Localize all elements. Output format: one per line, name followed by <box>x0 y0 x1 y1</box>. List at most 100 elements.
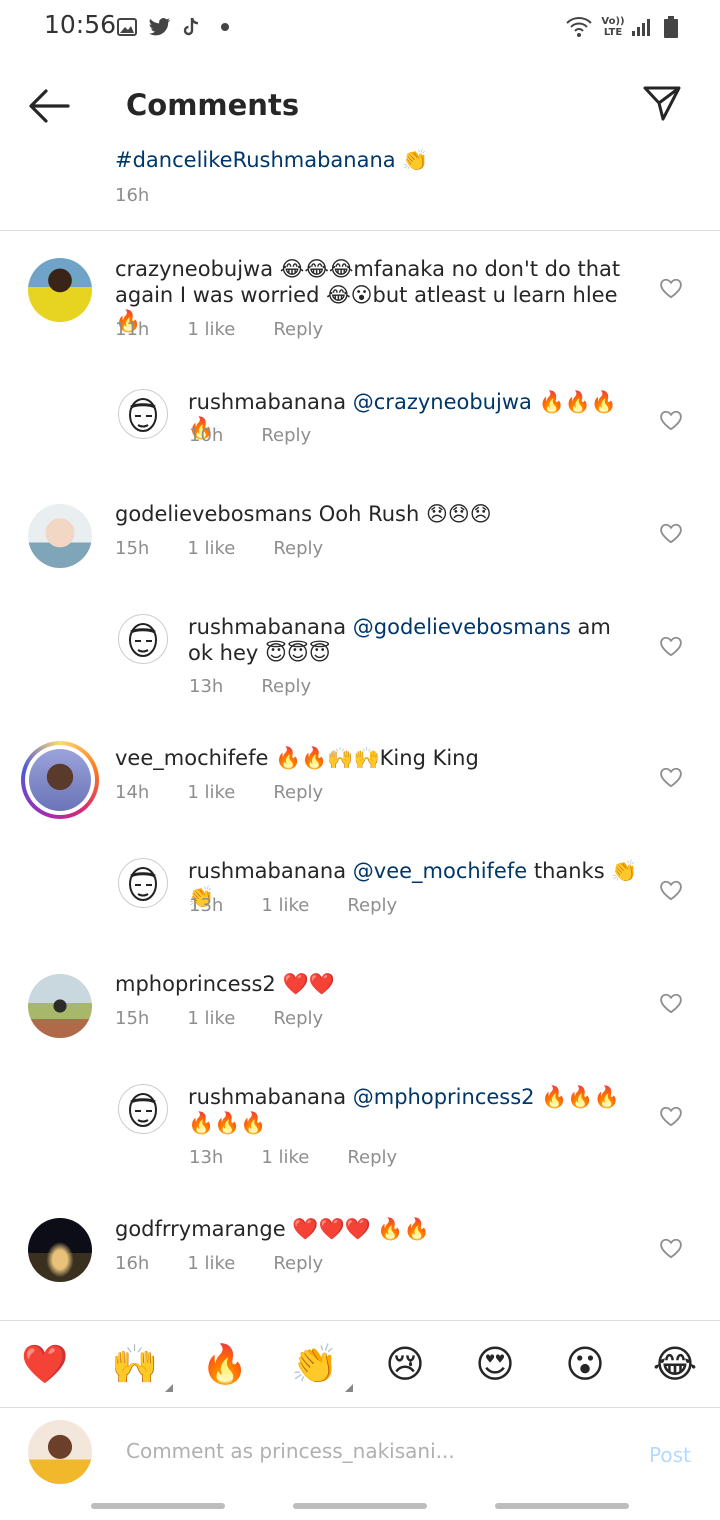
caption-divider <box>0 230 720 231</box>
comment-body: ❤️❤️ <box>275 972 335 996</box>
reply-username[interactable]: rushmabanana <box>188 1085 346 1109</box>
heart-icon <box>660 1106 682 1127</box>
reaction-heart[interactable]: ❤️ <box>15 1334 75 1394</box>
reaction-clap[interactable]: 👏 <box>285 1334 353 1394</box>
reply-button[interactable]: Reply <box>347 1147 397 1168</box>
reply-text: rushmabanana @mphoprincess2 🔥🔥🔥🔥🔥🔥 <box>188 1084 620 1136</box>
reply-button[interactable]: Reply <box>273 782 323 803</box>
like-button[interactable] <box>660 409 682 435</box>
twitter-icon <box>148 14 172 40</box>
comment-text: vee_mochifefe 🔥🔥🙌🙌King King <box>115 745 635 771</box>
reaction-heart-eyes[interactable]: 😍 <box>465 1334 525 1394</box>
dot-icon <box>219 14 231 40</box>
reaction-surprised[interactable]: 😮 <box>555 1334 615 1394</box>
reply-button[interactable]: Reply <box>273 1253 323 1274</box>
reply-username[interactable]: rushmabanana <box>188 859 346 883</box>
nav-home-button[interactable] <box>293 1503 427 1509</box>
like-button[interactable] <box>660 992 682 1018</box>
reply-button[interactable]: Reply <box>261 676 311 697</box>
post-caption[interactable]: #dancelikeRushmabanana 👏 <box>115 148 428 173</box>
sketch-face-icon <box>129 867 157 901</box>
avatar[interactable] <box>28 974 92 1038</box>
reply-mention[interactable]: @godelievebosmans <box>353 615 571 639</box>
comment-username[interactable]: mphoprincess2 <box>115 972 276 996</box>
like-button[interactable] <box>660 635 682 661</box>
reply-time: 13h <box>189 676 224 697</box>
comment-username[interactable]: vee_mochifefe <box>115 746 268 770</box>
reply-likes[interactable]: 1 like <box>261 895 309 916</box>
reply-button[interactable]: Reply <box>273 1008 323 1029</box>
nav-recents-button[interactable] <box>91 1503 225 1509</box>
like-button[interactable] <box>660 522 682 548</box>
share-button[interactable] <box>642 84 686 124</box>
like-button[interactable] <box>660 766 682 792</box>
avatar[interactable] <box>28 258 92 322</box>
comment-input[interactable]: Comment as princess_nakisani... <box>126 1439 626 1463</box>
avatar <box>29 749 91 811</box>
reply-time: 13h <box>189 895 224 916</box>
reply-avatar[interactable] <box>118 614 168 664</box>
skin-tone-indicator-icon <box>165 1384 173 1392</box>
reply-button[interactable]: Reply <box>273 319 323 340</box>
comment-meta: 15h 1 like Reply <box>115 538 323 559</box>
comment-likes[interactable]: 1 like <box>187 319 235 340</box>
comment-likes[interactable]: 1 like <box>187 1008 235 1029</box>
reaction-fire[interactable]: 🔥 <box>195 1334 255 1394</box>
reaction-laughing[interactable]: 😂 <box>645 1334 705 1394</box>
comment-likes[interactable]: 1 like <box>187 782 235 803</box>
reply-meta: 13h 1 like Reply <box>189 895 397 916</box>
comment-body: ❤️❤️❤️ 🔥🔥 <box>285 1217 430 1241</box>
reply-meta: 13h 1 like Reply <box>189 1147 397 1168</box>
reply-button[interactable]: Reply <box>273 538 323 559</box>
comment-text: godfrrymarange ❤️❤️❤️ 🔥🔥 <box>115 1216 635 1242</box>
reply-likes[interactable]: 1 like <box>261 1147 309 1168</box>
reply-time: 13h <box>189 1147 224 1168</box>
reaction-raised-hands[interactable]: 🙌 <box>105 1334 173 1394</box>
comment-username[interactable]: godfrrymarange <box>115 1217 286 1241</box>
story-ring[interactable] <box>21 741 99 819</box>
reply-button[interactable]: Reply <box>261 425 311 446</box>
comment-text: mphoprincess2 ❤️❤️ <box>115 971 635 997</box>
like-button[interactable] <box>660 1105 682 1131</box>
send-icon <box>643 86 681 121</box>
back-button[interactable] <box>28 88 72 126</box>
heart-icon <box>660 278 682 299</box>
nav-back-button[interactable] <box>495 1503 629 1509</box>
raised-hands-emoji: 🙌 <box>111 1342 159 1386</box>
comment-likes[interactable]: 1 like <box>187 538 235 559</box>
heart-icon <box>660 767 682 788</box>
reply-avatar[interactable] <box>118 858 168 908</box>
reply-text: rushmabanana @godelievebosmans am ok hey… <box>188 614 628 666</box>
reaction-crying[interactable]: 😢 <box>375 1334 435 1394</box>
reply-mention[interactable]: @crazyneobujwa <box>353 390 532 414</box>
reply-avatar[interactable] <box>118 389 168 439</box>
reply-username[interactable]: rushmabanana <box>188 390 346 414</box>
heart-icon <box>660 993 682 1014</box>
avatar[interactable] <box>28 504 92 568</box>
comment-username[interactable]: crazyneobujwa <box>115 257 273 281</box>
reply-mention[interactable]: @vee_mochifefe <box>353 859 527 883</box>
clap-emoji: 👏 <box>291 1342 339 1386</box>
like-button[interactable] <box>660 277 682 303</box>
comment-time: 15h <box>115 1008 150 1029</box>
heart-icon <box>660 410 682 431</box>
post-time: 16h <box>115 185 150 206</box>
comment-likes[interactable]: 1 like <box>187 1253 235 1274</box>
reply-button[interactable]: Reply <box>347 895 397 916</box>
reply-meta: 10h Reply <box>189 425 311 446</box>
signal-icon <box>630 14 652 40</box>
comment-username[interactable]: godelievebosmans <box>115 502 312 526</box>
post-button[interactable]: Post <box>649 1443 691 1467</box>
comment-meta: 16h 1 like Reply <box>115 1253 323 1274</box>
avatar[interactable] <box>28 1218 92 1282</box>
reply-mention[interactable]: @mphoprincess2 <box>353 1085 535 1109</box>
battery-icon <box>662 14 680 40</box>
comment-meta: 15h 1 like Reply <box>115 1008 323 1029</box>
reply-avatar[interactable] <box>118 1084 168 1134</box>
heart-icon <box>660 523 682 544</box>
reply-username[interactable]: rushmabanana <box>188 615 346 639</box>
like-button[interactable] <box>660 879 682 905</box>
like-button[interactable] <box>660 1237 682 1263</box>
wifi-icon <box>564 14 594 40</box>
current-user-avatar <box>28 1420 92 1484</box>
